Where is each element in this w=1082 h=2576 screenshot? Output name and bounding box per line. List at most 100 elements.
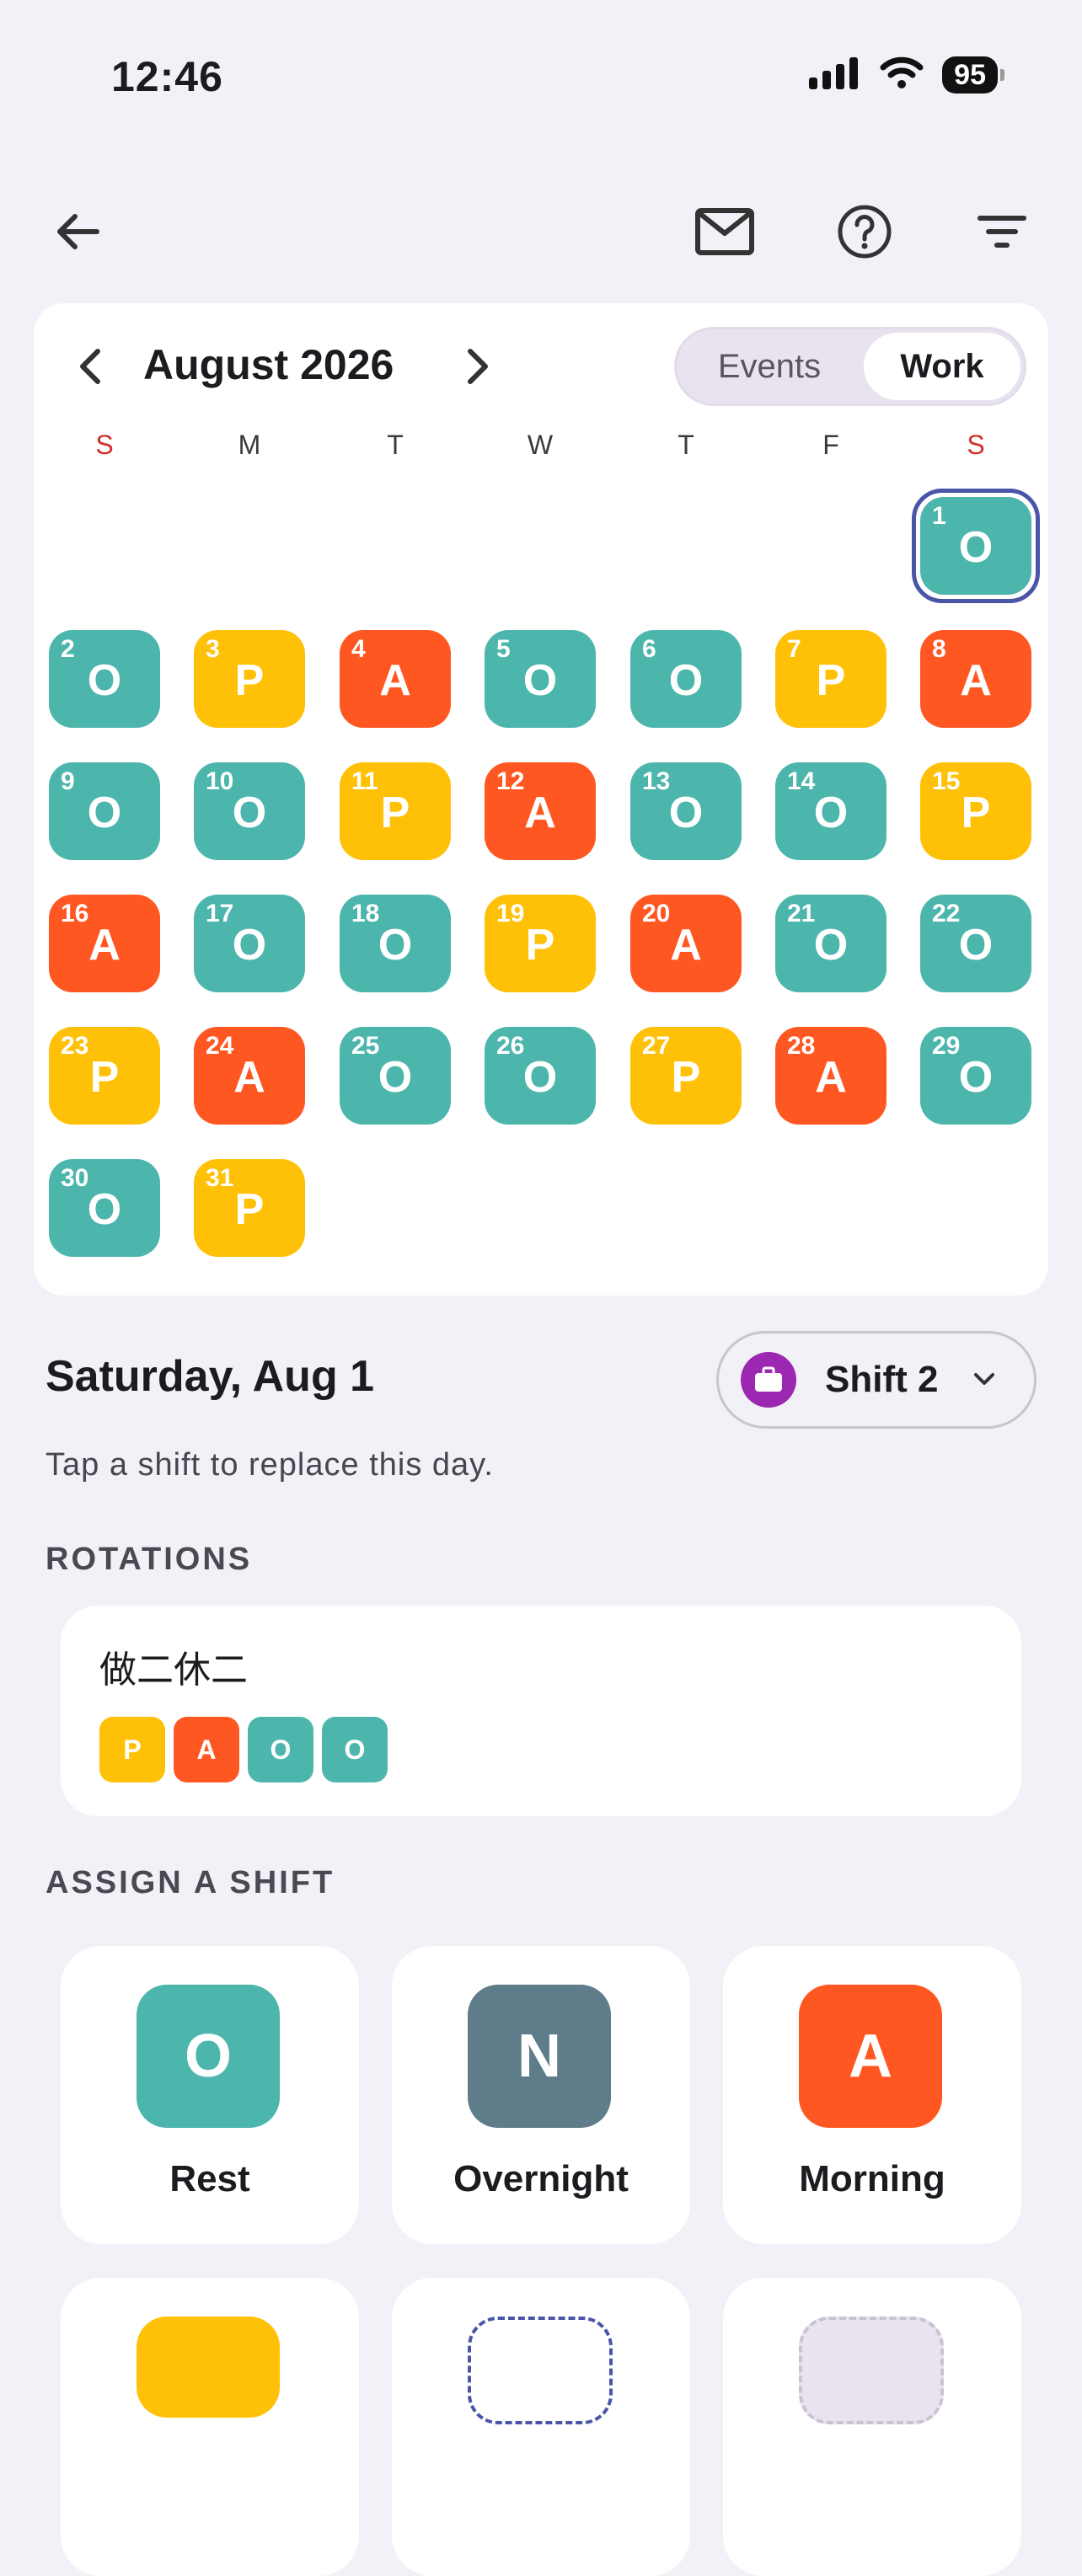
shift-selector-dropdown[interactable]: Shift 2 <box>716 1331 1036 1429</box>
calendar-day[interactable]: 24 A <box>194 1027 305 1125</box>
selected-date-title: Saturday, Aug 1 <box>46 1352 375 1401</box>
day-shift-code: O <box>87 1185 122 1234</box>
shift-code-badge: O <box>137 1985 280 2128</box>
briefcase-icon <box>741 1352 796 1408</box>
calendar-day[interactable]: 19 P <box>485 895 596 992</box>
calendar-day[interactable]: 30 O <box>49 1159 160 1257</box>
weekday-label: S <box>967 430 985 460</box>
day-shift-code: O <box>813 788 849 837</box>
filter-icon <box>978 216 1026 248</box>
day-shift-code: A <box>524 788 556 837</box>
shift-card-overnight[interactable]: N Overnight <box>392 1946 690 2244</box>
arrow-left-icon <box>57 214 99 249</box>
next-month-button[interactable] <box>440 329 516 404</box>
shift-name: Rest <box>169 2158 250 2199</box>
day-shift-code: O <box>522 656 558 705</box>
events-work-toggle: Events Work <box>674 327 1026 406</box>
chevron-down-icon <box>974 1373 994 1385</box>
day-shift-code: P <box>234 656 265 705</box>
shift-card-partial-2[interactable] <box>723 2278 1021 2576</box>
calendar-day[interactable]: 6O <box>630 630 742 728</box>
day-shift-code: A <box>379 656 411 705</box>
calendar-day[interactable]: 18 O <box>340 895 451 992</box>
tab-work[interactable]: Work <box>864 333 1020 400</box>
calendar-day[interactable]: 31 P <box>194 1159 305 1257</box>
chevron-right-icon <box>468 349 488 384</box>
cellular-signal-icon <box>809 56 861 94</box>
day-shift-code: O <box>87 656 122 705</box>
calendar-day[interactable]: 27 P <box>630 1027 742 1125</box>
filter-button[interactable] <box>964 194 1040 270</box>
calendar-day[interactable]: 5O <box>485 630 596 728</box>
help-icon <box>838 205 892 259</box>
back-button[interactable] <box>40 194 116 270</box>
calendar-day[interactable]: 3P <box>194 630 305 728</box>
calendar-day[interactable]: 9O <box>49 762 160 860</box>
day-shift-code: O <box>378 1053 413 1102</box>
shift-icon-partial <box>137 2317 280 2418</box>
calendar-day[interactable]: 23 P <box>49 1027 160 1125</box>
day-shift-code: P <box>961 788 991 837</box>
day-shift-code: P <box>816 656 846 705</box>
day-shift-code: A <box>233 1053 265 1102</box>
day-shift-code: O <box>813 921 849 970</box>
weekday-label: S <box>95 430 114 460</box>
calendar-day[interactable]: 21 O <box>775 895 886 992</box>
weekday-label: F <box>822 430 839 460</box>
day-shift-code: O <box>958 921 994 970</box>
weekday-label: W <box>527 430 554 460</box>
calendar-day[interactable]: 7P <box>775 630 886 728</box>
shift-card-morning[interactable]: A Morning <box>723 1946 1021 2244</box>
tab-events[interactable]: Events <box>677 329 862 404</box>
shift-card-rest[interactable]: O Rest <box>61 1946 359 2244</box>
help-button[interactable] <box>827 194 903 270</box>
calendar-day[interactable]: 11 P <box>340 762 451 860</box>
calendar-day[interactable]: 15 P <box>920 762 1031 860</box>
mail-button[interactable] <box>687 194 763 270</box>
calendar-day[interactable]: 1O <box>920 497 1031 595</box>
day-shift-code: O <box>668 788 704 837</box>
day-shift-code: P <box>380 788 410 837</box>
shift-code-badge: N <box>468 1985 611 2128</box>
calendar-day[interactable]: 17 O <box>194 895 305 992</box>
day-shift-code: A <box>960 656 992 705</box>
calendar-day[interactable]: 12 A <box>485 762 596 860</box>
day-shift-code: O <box>958 1053 994 1102</box>
calendar-day[interactable]: 10 O <box>194 762 305 860</box>
wifi-icon <box>880 56 924 94</box>
calendar-day[interactable]: 20 A <box>630 895 742 992</box>
rotation-card[interactable]: 做二休二 PAOO <box>61 1606 1021 1816</box>
rotations-heading: ROTATIONS <box>46 1542 253 1577</box>
calendar-day[interactable]: 4A <box>340 630 451 728</box>
rotation-name: 做二休二 <box>99 1649 248 1692</box>
calendar-day[interactable]: 2O <box>49 630 160 728</box>
shift-selector-label: Shift 2 <box>825 1359 939 1400</box>
calendar-day[interactable]: 28 A <box>775 1027 886 1125</box>
calendar-day[interactable]: 14 O <box>775 762 886 860</box>
calendar-day[interactable]: 29 O <box>920 1027 1031 1125</box>
prev-month-button[interactable] <box>52 329 128 404</box>
chevron-left-icon <box>80 349 100 384</box>
shift-name: Overnight <box>453 2158 629 2199</box>
calendar-day[interactable]: 16 A <box>49 895 160 992</box>
weekday-label: T <box>387 430 404 460</box>
calendar-day[interactable]: 13 O <box>630 762 742 860</box>
calendar-day[interactable]: 22 O <box>920 895 1031 992</box>
calendar-day[interactable]: 8A <box>920 630 1031 728</box>
weekday-label: M <box>238 430 261 460</box>
calendar-day[interactable]: 26 O <box>485 1027 596 1125</box>
day-shift-code: A <box>88 921 121 970</box>
day-shift-code: O <box>522 1053 558 1102</box>
status-time: 12:46 <box>111 53 223 100</box>
rotation-chip: P <box>99 1717 165 1782</box>
day-shift-code: P <box>525 921 555 970</box>
battery-indicator: 95 <box>942 56 1004 94</box>
shift-card-partial[interactable] <box>61 2278 359 2576</box>
add-shift-card[interactable] <box>392 2278 690 2576</box>
day-shift-code: P <box>89 1053 120 1102</box>
mail-icon <box>695 208 754 255</box>
status-icons: 95 <box>809 56 1004 94</box>
calendar-day[interactable]: 25 O <box>340 1027 451 1125</box>
day-shift-code: P <box>671 1053 701 1102</box>
day-shift-code: O <box>232 788 267 837</box>
